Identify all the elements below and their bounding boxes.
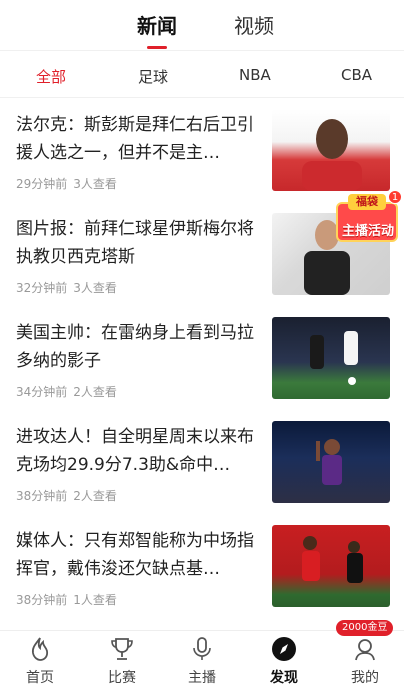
tab-video[interactable]: 视频 [234,10,274,39]
nav-home[interactable]: 首页 [10,635,70,691]
news-title: 法尔克：斯彭斯是拜仁右后卫引援人选之一，但并不是主… [16,115,254,163]
category-all[interactable]: 全部 [36,66,66,87]
news-time: 38分钟前 [16,489,68,503]
category-bar: 全部 足球 NBA CBA [0,50,404,98]
trophy-icon [111,638,133,660]
news-title: 美国主帅：在雷纳身上看到马拉多纳的影子 [16,323,254,371]
news-time: 34分钟前 [16,385,68,399]
streamer-event-promo[interactable]: 福袋 主播活动 1 [332,190,404,250]
news-views: 3人查看 [73,177,117,191]
news-time: 29分钟前 [16,177,68,191]
news-meta: 34分钟前 2人查看 [16,383,117,400]
news-thumbnail [272,421,390,503]
nav-label: 发现 [270,670,298,686]
nav-discover[interactable]: 发现 [254,635,314,691]
category-nba[interactable]: NBA [239,66,271,84]
news-views: 3人查看 [73,281,117,295]
nav-profile[interactable]: 我的 [335,635,395,691]
news-item[interactable]: 进攻达人！自全明星周末以来布克场均29.9分7.3助&命中… 38分钟前 2人查看 [0,411,404,515]
promo-ribbon: 福袋 [348,194,386,210]
news-views: 2人查看 [73,385,117,399]
flame-icon [31,637,49,661]
compass-icon [272,637,296,661]
news-meta: 38分钟前 1人查看 [16,591,117,608]
coins-badge: 2000金豆 [336,620,394,636]
profile-icon [355,639,375,661]
nav-label: 比赛 [108,670,136,686]
news-time: 32分钟前 [16,281,68,295]
news-item[interactable]: 媒体人：只有郑智能称为中场指挥官，戴伟浚还欠缺点基… 38分钟前 1人查看 [0,515,404,619]
microphone-icon [193,637,211,660]
category-football[interactable]: 足球 [138,66,168,87]
news-time: 38分钟前 [16,593,68,607]
news-views: 2人查看 [73,489,117,503]
tab-news[interactable]: 新闻 [137,10,177,49]
bottom-nav: 首页 比赛 主播 发现 我的 [0,630,404,692]
news-thumbnail [272,109,390,191]
news-title: 进攻达人！自全明星周末以来布克场均29.9分7.3助&命中… [16,427,254,475]
nav-streamers[interactable]: 主播 [172,635,232,691]
nav-label: 我的 [351,670,379,686]
news-title: 媒体人：只有郑智能称为中场指挥官，戴伟浚还欠缺点基… [16,531,254,579]
news-thumbnail [272,317,390,399]
news-meta: 29分钟前 3人查看 [16,175,117,192]
news-thumbnail [272,525,390,607]
category-cba[interactable]: CBA [341,66,372,84]
promo-label: 主播活动 [341,224,394,239]
top-tab-bar: 新闻 视频 [0,0,404,50]
nav-matches[interactable]: 比赛 [92,635,152,691]
nav-label: 主播 [188,670,216,686]
news-item[interactable]: 法尔克：斯彭斯是拜仁右后卫引援人选之一，但并不是主… 29分钟前 3人查看 [0,99,404,203]
nav-label: 首页 [26,670,54,686]
news-item[interactable]: 美国主帅：在雷纳身上看到马拉多纳的影子 34分钟前 2人查看 [0,307,404,411]
news-meta: 32分钟前 3人查看 [16,279,117,296]
news-meta: 38分钟前 2人查看 [16,487,117,504]
news-views: 1人查看 [73,593,117,607]
promo-count-badge: 1 [388,190,402,204]
news-title: 图片报：前拜仁球星伊斯梅尔将执教贝西克塔斯 [16,219,254,267]
